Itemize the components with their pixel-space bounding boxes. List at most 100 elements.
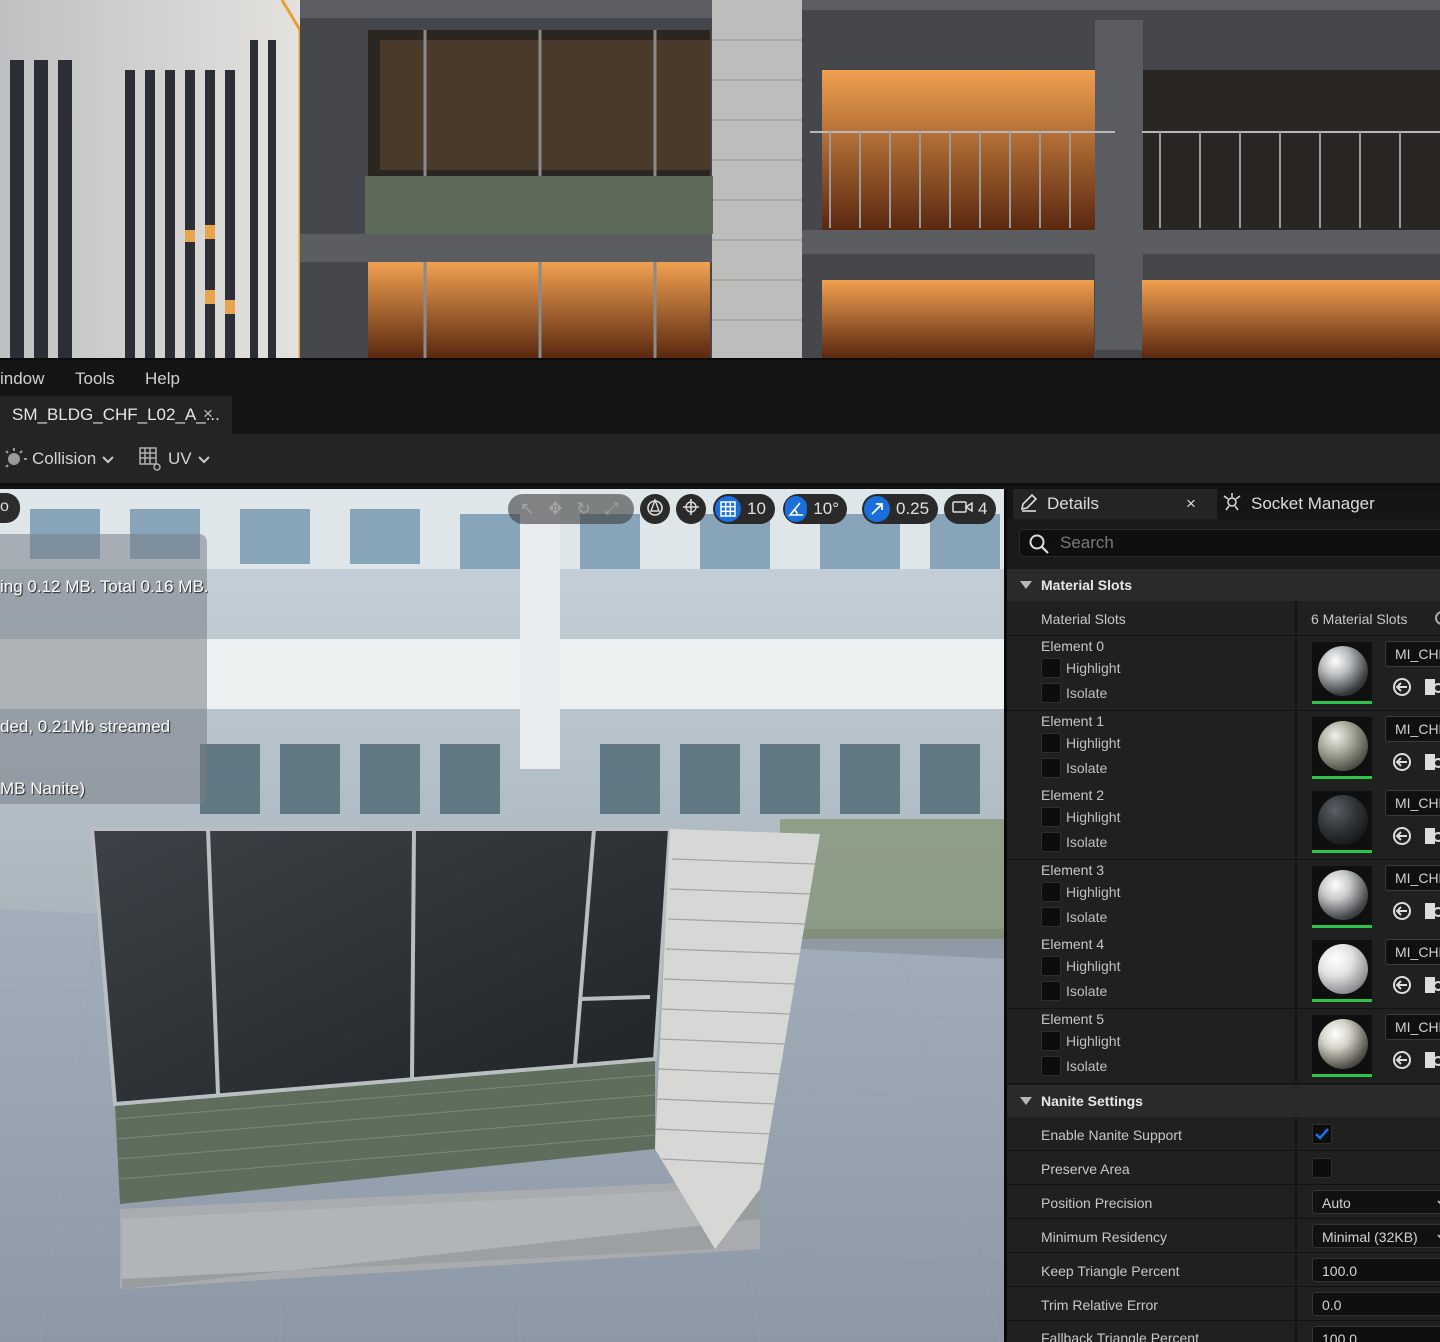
select-tool-icon[interactable]: ↖ <box>520 499 534 519</box>
isolate-checkbox[interactable] <box>1041 981 1061 1001</box>
highlight-option[interactable]: Highlight <box>1041 658 1120 678</box>
category-nanite-settings[interactable]: Nanite Settings <box>1007 1085 1440 1117</box>
material-thumbnail[interactable] <box>1312 940 1372 1002</box>
material-asset-picker[interactable]: MI_CHF_ <box>1385 939 1440 965</box>
browse-asset-icon[interactable] <box>1423 751 1440 778</box>
isolate-option[interactable]: Isolate <box>1041 683 1107 703</box>
use-selected-asset-icon[interactable] <box>1391 974 1413 1001</box>
preserve-area-checkbox[interactable] <box>1312 1158 1332 1178</box>
menu-tools[interactable]: Tools <box>75 369 115 389</box>
highlight-option[interactable]: Highlight <box>1041 807 1120 827</box>
asset-editor-tab[interactable]: SM_BLDG_CHF_L02_A_... × <box>0 396 232 434</box>
tab-details[interactable]: Details × <box>1013 489 1217 519</box>
highlight-label: Highlight <box>1066 958 1121 974</box>
material-thumbnail[interactable] <box>1312 642 1372 704</box>
isolate-option[interactable]: Isolate <box>1041 1056 1107 1076</box>
position-precision-dropdown[interactable]: Auto <box>1312 1190 1440 1214</box>
details-panel: Details × Socket Manager Material Slots … <box>1004 489 1440 1342</box>
camera-speed-button[interactable]: 4 <box>944 494 996 524</box>
material-thumbnail[interactable] <box>1312 717 1372 779</box>
asset-tab-label: SM_BLDG_CHF_L02_A_... <box>12 405 220 424</box>
collision-label: Collision <box>32 449 97 468</box>
rotate-tool-icon[interactable]: ↻ <box>577 499 591 519</box>
highlight-checkbox[interactable] <box>1041 807 1061 827</box>
tab-socket-manager[interactable]: Socket Manager <box>1221 489 1375 519</box>
search-input[interactable] <box>1060 532 1440 554</box>
tab-details-label: Details <box>1047 494 1099 513</box>
use-selected-asset-icon[interactable] <box>1391 900 1413 927</box>
isolate-checkbox[interactable] <box>1041 758 1061 778</box>
camera-icon <box>952 499 974 520</box>
material-asset-picker[interactable]: MI_CHF_ <box>1385 716 1440 742</box>
isolate-option[interactable]: Isolate <box>1041 758 1107 778</box>
highlight-option[interactable]: Highlight <box>1041 882 1120 902</box>
use-selected-asset-icon[interactable] <box>1391 1049 1413 1076</box>
socket-icon <box>1221 492 1243 517</box>
keep-triangle-percent-input[interactable]: 100.0 <box>1312 1258 1440 1282</box>
isolate-option[interactable]: Isolate <box>1041 981 1107 1001</box>
browse-asset-icon[interactable] <box>1423 1049 1440 1076</box>
use-selected-asset-icon[interactable] <box>1391 676 1413 703</box>
minimum-residency-dropdown[interactable]: Minimal (32KB) <box>1312 1224 1440 1248</box>
menu-help[interactable]: Help <box>145 369 180 389</box>
rotation-snap-value: 10° <box>813 499 839 518</box>
scale-tool-icon[interactable]: ⤢ <box>605 499 619 519</box>
trim-relative-error-value: 0.0 <box>1322 1297 1342 1313</box>
highlight-option[interactable]: Highlight <box>1041 1031 1120 1051</box>
material-thumbnail[interactable] <box>1312 866 1372 928</box>
column-divider <box>1295 1287 1297 1320</box>
use-selected-asset-icon[interactable] <box>1391 751 1413 778</box>
browse-asset-icon[interactable] <box>1423 825 1440 852</box>
isolate-checkbox[interactable] <box>1041 683 1061 703</box>
isolate-checkbox[interactable] <box>1041 832 1061 852</box>
mesh-viewport[interactable]: o ing 0.12 MB. Total 0.16 MB. ded, 0.21M… <box>0 489 1004 1342</box>
trim-relative-error-input[interactable]: 0.0 <box>1312 1292 1440 1316</box>
transform-tools-group[interactable]: ↖ ✥ ↻ ⤢ <box>508 494 634 524</box>
browse-asset-icon[interactable] <box>1423 974 1440 1001</box>
fallback-triangle-percent-label: Fallback Triangle Percent <box>1041 1330 1199 1342</box>
highlight-checkbox[interactable] <box>1041 882 1061 902</box>
highlight-option[interactable]: Highlight <box>1041 956 1120 976</box>
browse-asset-icon[interactable] <box>1423 676 1440 703</box>
isolate-label: Isolate <box>1066 1058 1108 1074</box>
chevron-down-icon <box>197 449 210 469</box>
isolate-checkbox[interactable] <box>1041 1056 1061 1076</box>
collision-menu-button[interactable]: Collision <box>2 446 114 472</box>
category-material-slots-label: Material Slots <box>1041 577 1133 593</box>
isolate-option[interactable]: Isolate <box>1041 907 1107 927</box>
material-asset-picker[interactable]: MI_CHF_ <box>1385 865 1440 891</box>
highlight-option[interactable]: Highlight <box>1041 733 1120 753</box>
world-space-toggle[interactable] <box>640 494 670 524</box>
collision-icon <box>5 448 27 468</box>
isolate-checkbox[interactable] <box>1041 907 1061 927</box>
menu-window[interactable]: indow <box>0 369 44 389</box>
isolate-option[interactable]: Isolate <box>1041 832 1107 852</box>
highlight-checkbox[interactable] <box>1041 1031 1061 1051</box>
uv-menu-button[interactable]: UV <box>138 446 210 472</box>
material-asset-name: MI_CHF_ <box>1395 646 1440 662</box>
enable-nanite-checkbox[interactable] <box>1312 1124 1332 1144</box>
material-actions <box>1391 1049 1440 1076</box>
close-panel-icon[interactable]: × <box>1186 494 1196 514</box>
category-material-slots[interactable]: Material Slots <box>1007 569 1440 601</box>
surface-snap-toggle[interactable] <box>676 494 706 524</box>
browse-asset-icon[interactable] <box>1423 900 1440 927</box>
details-search-box[interactable] <box>1019 529 1440 557</box>
material-thumbnail[interactable] <box>1312 791 1372 853</box>
move-tool-icon[interactable]: ✥ <box>548 499 562 519</box>
rotation-snap-button[interactable]: 10° <box>783 494 847 524</box>
add-slot-icon[interactable] <box>1435 611 1440 625</box>
fallback-triangle-percent-value: 100.0 <box>1322 1331 1358 1342</box>
close-tab-icon[interactable]: × <box>203 404 213 424</box>
material-thumbnail[interactable] <box>1312 1015 1372 1077</box>
highlight-checkbox[interactable] <box>1041 956 1061 976</box>
scale-snap-button[interactable]: 0.25 <box>862 494 938 524</box>
highlight-checkbox[interactable] <box>1041 733 1061 753</box>
fallback-triangle-percent-input[interactable]: 100.0 <box>1312 1326 1440 1342</box>
material-asset-picker[interactable]: MI_CHF_ <box>1385 641 1440 667</box>
grid-snap-button[interactable]: 10 <box>713 494 775 524</box>
use-selected-asset-icon[interactable] <box>1391 825 1413 852</box>
material-asset-picker[interactable]: MI_CHF_ <box>1385 790 1440 816</box>
highlight-checkbox[interactable] <box>1041 658 1061 678</box>
material-asset-picker[interactable]: MI_CHF_ <box>1385 1014 1440 1040</box>
